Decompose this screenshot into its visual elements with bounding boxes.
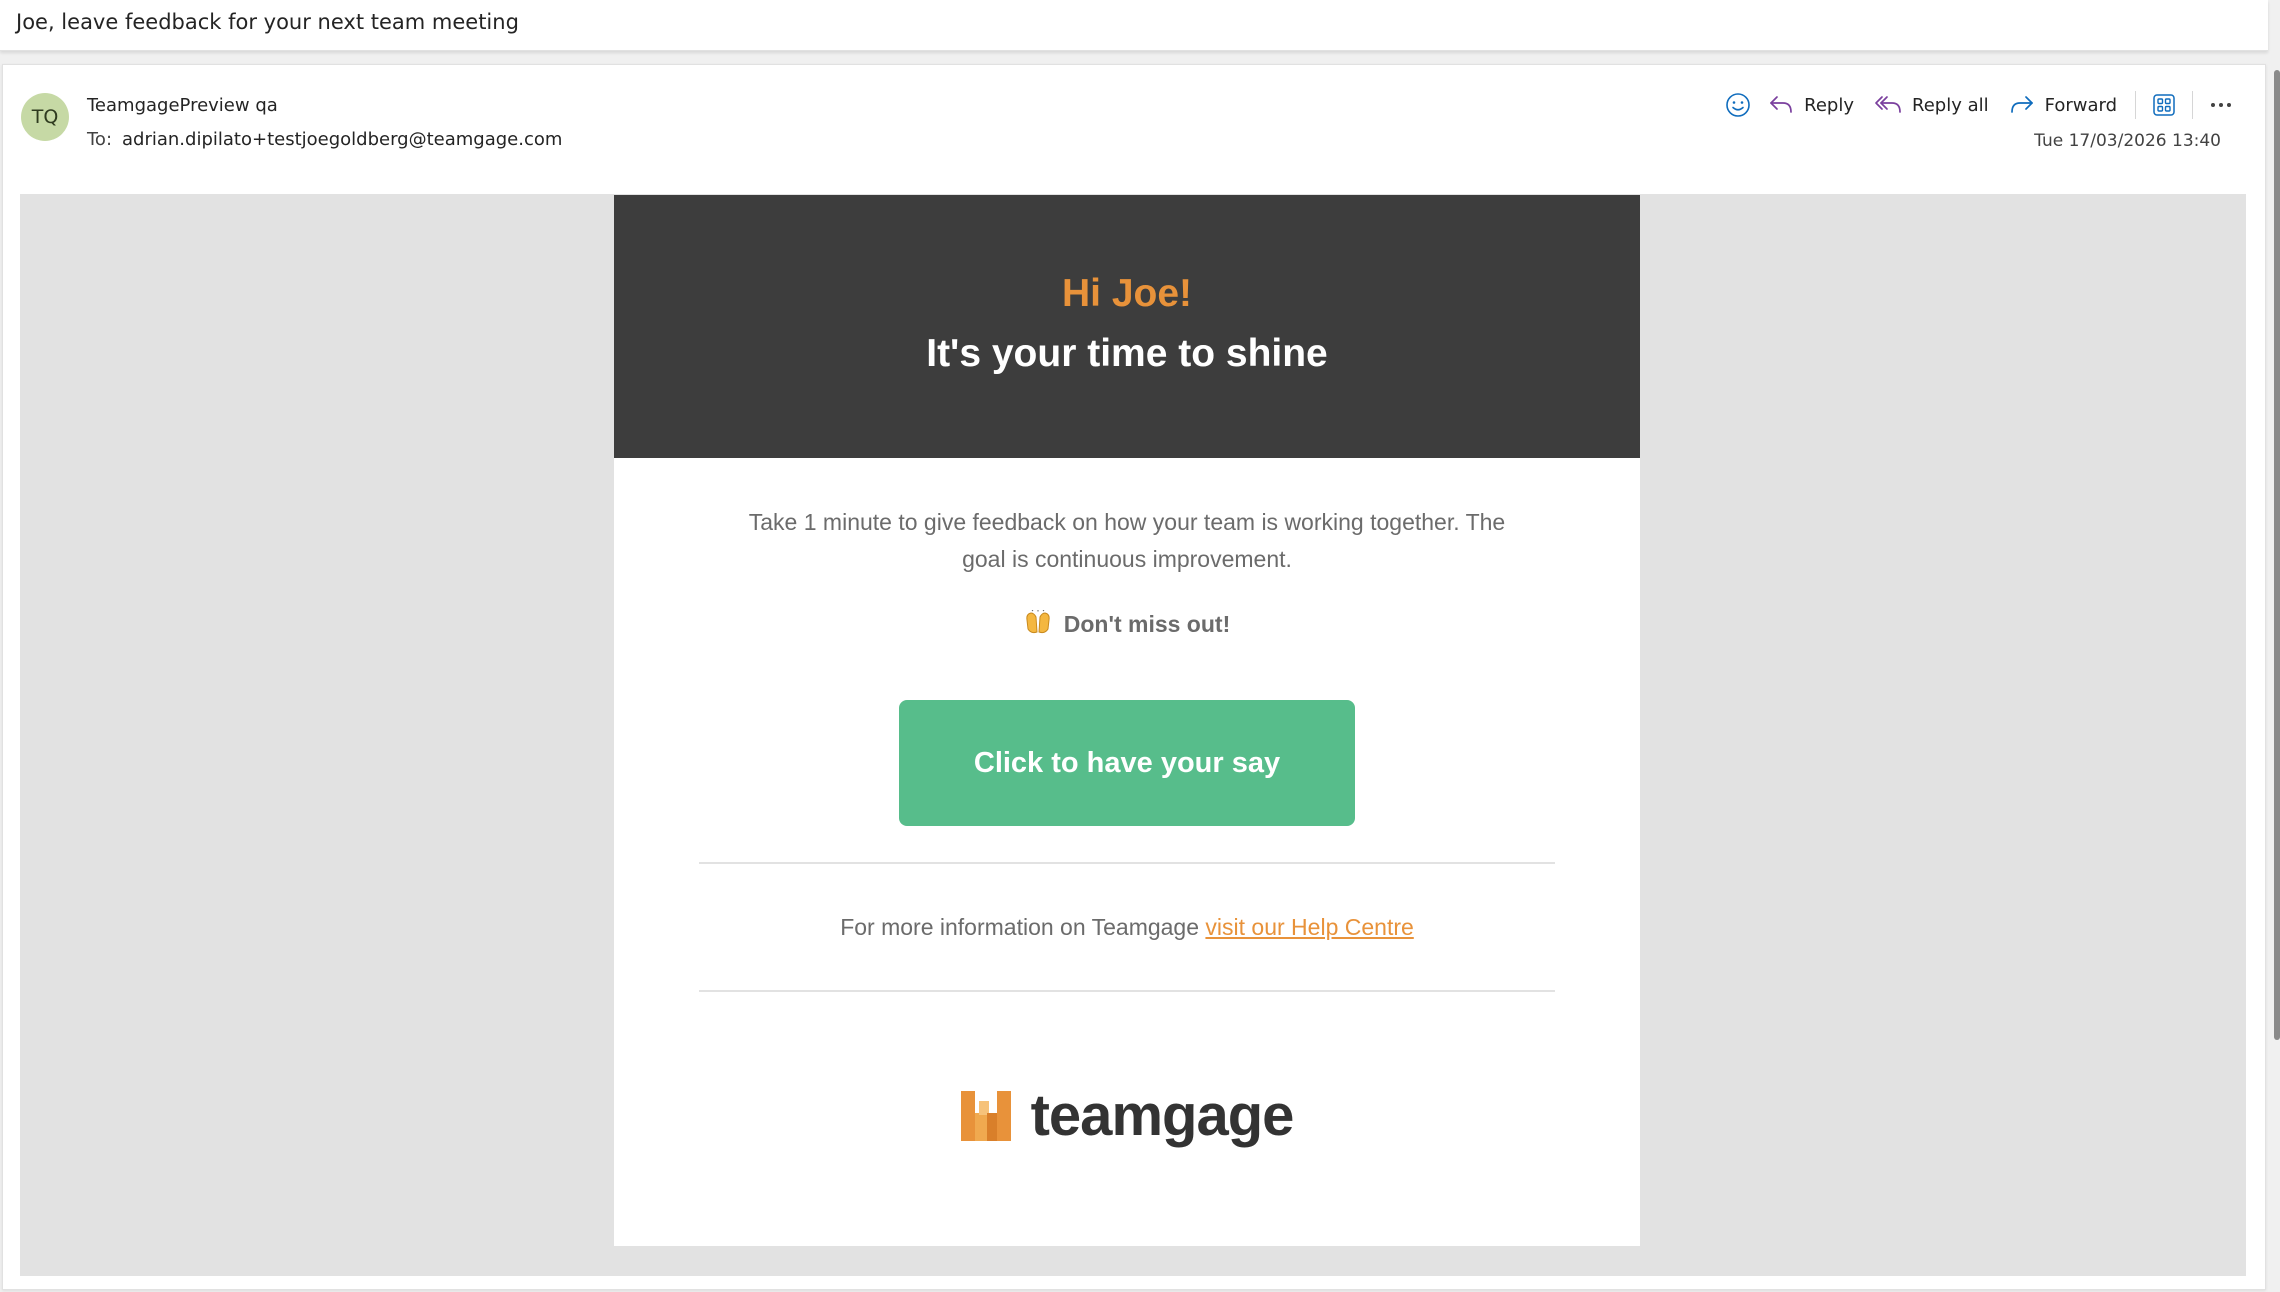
message-actions: Reply Reply all Forward [1718, 85, 2241, 125]
hero-banner: Hi Joe! It's your time to shine [614, 195, 1640, 458]
dont-miss-text: Don't miss out! [1063, 611, 1231, 637]
forward-icon [2010, 96, 2033, 113]
reply-label: Reply [1804, 94, 1854, 116]
react-button[interactable] [1718, 85, 1758, 125]
scrollbar-thumb[interactable] [2274, 70, 2280, 1040]
reply-all-icon [1875, 96, 1901, 113]
sender-name[interactable]: TeamgagePreview qa [87, 95, 278, 116]
have-your-say-button[interactable]: Click to have your say [899, 700, 1355, 826]
more-info-line: For more information on Teamgage visit o… [614, 864, 1640, 990]
hands-emoji-icon [1026, 610, 1050, 634]
reply-icon [1770, 96, 1792, 113]
teamgage-logo-text: teamgage [1030, 1083, 1295, 1148]
reply-all-button[interactable]: Reply all [1864, 85, 1999, 125]
email-subject: Joe, leave feedback for your next team m… [16, 10, 519, 34]
help-centre-link[interactable]: visit our Help Centre [1205, 914, 1413, 940]
teamgage-logo[interactable]: teamgage [614, 1082, 1640, 1149]
message-date: Tue 17/03/2026 13:40 [2034, 131, 2221, 151]
actions-divider [2135, 91, 2136, 119]
sender-avatar[interactable]: TQ [21, 93, 69, 141]
reply-all-label: Reply all [1912, 94, 1989, 116]
more-actions-button[interactable] [2201, 85, 2241, 125]
subject-bar: Joe, leave feedback for your next team m… [0, 0, 2268, 51]
teamgage-logo-mark-icon [960, 1090, 1011, 1141]
more-info-text: For more information on Teamgage [840, 914, 1206, 940]
apps-grid-icon [2153, 94, 2175, 116]
dont-miss-line: Don't miss out! [614, 610, 1640, 638]
forward-button[interactable]: Forward [1999, 85, 2127, 125]
recipient-address[interactable]: adrian.dipilato+testjoegoldberg@teamgage… [122, 129, 562, 150]
to-label: To: [87, 129, 113, 150]
hero-greeting: Hi Joe! [1061, 272, 1193, 315]
email-content: Hi Joe! It's your time to shine Take 1 m… [614, 195, 1640, 1246]
actions-divider-2 [2192, 91, 2193, 119]
apps-button[interactable] [2144, 85, 2184, 125]
reply-button[interactable]: Reply [1758, 85, 1864, 125]
divider-bottom [699, 990, 1555, 992]
smiley-icon [1726, 93, 1750, 117]
intro-text: Take 1 minute to give feedback on how yo… [748, 509, 1506, 572]
recipient-line: To: adrian.dipilato+testjoegoldberg@teamg… [87, 129, 562, 150]
more-icon [2211, 103, 2231, 107]
hero-headline: It's your time to shine [926, 332, 1328, 375]
forward-label: Forward [2044, 94, 2117, 116]
